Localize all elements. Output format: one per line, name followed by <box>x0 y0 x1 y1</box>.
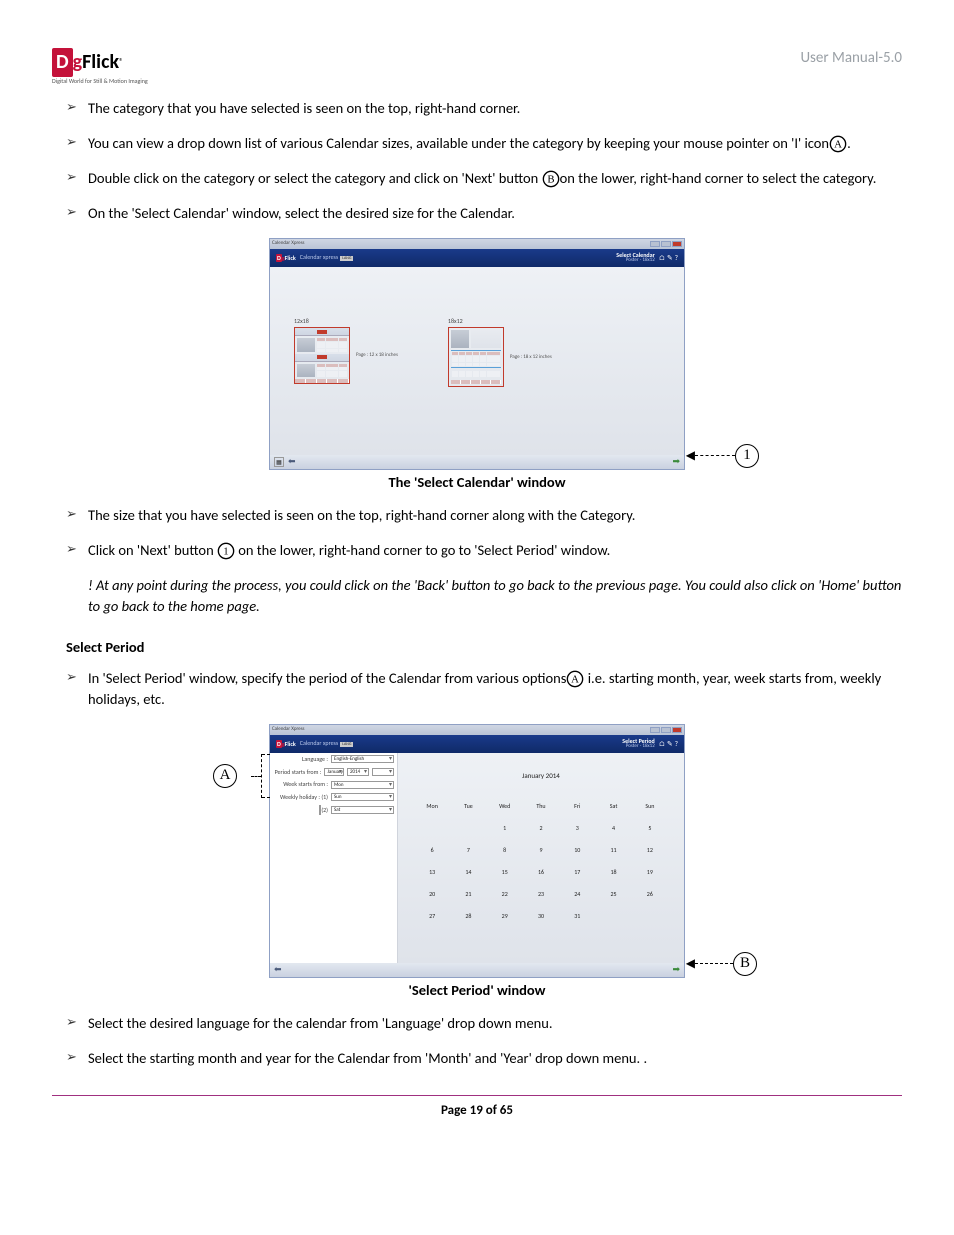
bullet-item: The category that you have selected is s… <box>66 98 902 119</box>
minimize-icon <box>650 241 660 247</box>
figure1-caption: The 'Select Calendar' window <box>52 472 902 493</box>
calendar-grid: MonTueWedThuFriSatSun 12345 6789101112 1… <box>414 795 668 927</box>
maximize-icon <box>661 241 671 247</box>
home-icon: ⌂ <box>659 739 665 749</box>
month-dropdown[interactable]: January <box>324 768 344 776</box>
footer-rule <box>52 1095 902 1096</box>
back-arrow-icon: ⬅ <box>274 963 282 976</box>
note-text: ! At any point during the process, you c… <box>88 575 902 617</box>
tool-icon: ✎ <box>667 253 673 263</box>
figure2-caption: 'Select Period' window <box>52 980 902 1001</box>
version-label: User Manual-5.0 <box>800 48 902 70</box>
page-header: DgFlick® Digital World for Still & Motio… <box>52 48 902 86</box>
calendar-preview-panel: January 2014 MonTueWedThuFriSatSun 12345… <box>398 753 684 963</box>
bullet-item: You can view a drop down list of various… <box>66 133 902 154</box>
close-icon <box>672 727 682 733</box>
weekstart-dropdown[interactable]: Mon <box>331 781 394 789</box>
window-titlebar: Calendar Xpress <box>270 725 684 735</box>
bottom-bar: ▦ ⬅ ➡ <box>270 455 684 469</box>
annotation-a: A <box>213 764 263 788</box>
section-heading: Select Period <box>66 637 902 658</box>
brand-bar: DgFlick Calendar xpressLANG Select Perio… <box>270 735 684 753</box>
instruction-list-1: The category that you have selected is s… <box>52 98 902 224</box>
tool-icon: ✎ <box>667 739 673 749</box>
logo: DgFlick® Digital World for Still & Motio… <box>52 48 148 86</box>
bottom-bar: ⬅ ➡ <box>270 963 684 977</box>
help-icon: ? <box>675 253 678 263</box>
svg-text:A: A <box>834 139 842 151</box>
page-footer: Page 19 of 65 <box>52 1102 902 1121</box>
minimize-icon <box>650 727 660 733</box>
circled-1-icon: 1 <box>217 542 235 560</box>
year-extra-dropdown[interactable] <box>372 768 394 776</box>
instruction-list-4: Select the desired language for the cale… <box>52 1013 902 1069</box>
circled-a-icon: A <box>566 670 584 688</box>
language-dropdown[interactable]: English-English <box>331 755 394 763</box>
maximize-icon <box>661 727 671 733</box>
year-dropdown[interactable]: 2014 <box>347 768 369 776</box>
grid-view-icon: ▦ <box>274 457 284 467</box>
svg-text:B: B <box>547 174 554 186</box>
brand-bar: DgFlick Calendar xpressLANG Select Calen… <box>270 249 684 267</box>
help-icon: ? <box>675 739 678 749</box>
period-workarea: Language :English-English Period starts … <box>270 753 684 963</box>
svg-text:A: A <box>572 674 580 686</box>
circled-a-icon: A <box>829 135 847 153</box>
bullet-item: On the 'Select Calendar' window, select … <box>66 203 902 224</box>
home-icon: ⌂ <box>659 253 665 263</box>
bullet-item: The size that you have selected is seen … <box>66 505 902 526</box>
next-arrow-icon: ➡ <box>672 963 680 976</box>
instruction-list-3: In 'Select Period' window, specify the p… <box>52 668 902 710</box>
holiday1-dropdown[interactable]: Sun <box>331 793 394 801</box>
figure-select-calendar: Calendar Xpress DgFlick Calendar xpressL… <box>52 238 902 470</box>
bullet-item: In 'Select Period' window, specify the p… <box>66 668 902 710</box>
holiday2-dropdown[interactable]: Sat <box>331 806 394 814</box>
logo-subtitle: Digital World for Still & Motion Imaging <box>52 77 148 86</box>
bullet-item: Double click on the category or select t… <box>66 168 902 189</box>
window-titlebar: Calendar Xpress <box>270 239 684 249</box>
circled-b-icon: B <box>542 170 560 188</box>
period-form-panel: Language :English-English Period starts … <box>270 753 398 963</box>
bullet-item: Select the desired language for the cale… <box>66 1013 902 1034</box>
next-arrow-icon: ➡ <box>672 455 680 468</box>
back-arrow-icon: ⬅ <box>288 455 296 468</box>
bullet-item: Select the starting month and year for t… <box>66 1048 902 1069</box>
instruction-list-2: The size that you have selected is seen … <box>52 505 902 561</box>
annotation-1: ◀ 1 <box>686 444 759 468</box>
svg-text:1: 1 <box>223 546 228 558</box>
annotation-b: ◀ B <box>686 952 757 976</box>
calendar-workarea: 12x18 <box>270 267 684 455</box>
close-icon <box>672 241 682 247</box>
bullet-item: Click on 'Next' button 1 on the lower, r… <box>66 540 902 561</box>
figure-select-period: Calendar Xpress DgFlick Calendar xpressL… <box>52 724 902 978</box>
